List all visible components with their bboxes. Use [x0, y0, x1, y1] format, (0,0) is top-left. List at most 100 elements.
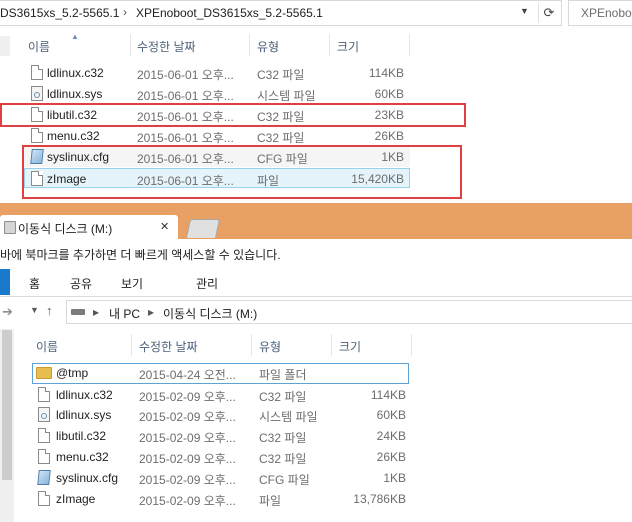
- file-date: 2015-02-09 오후...: [139, 494, 236, 508]
- file-icon: [31, 65, 43, 80]
- file-name: menu.c32: [56, 450, 109, 464]
- file-size: 26KB: [374, 129, 404, 143]
- column-header-size[interactable]: 크기: [337, 38, 359, 55]
- file-date: 2015-06-01 오후...: [137, 89, 234, 103]
- column-header-date[interactable]: 수정한 날짜: [137, 38, 196, 55]
- file-row[interactable]: ldlinux.sys 2015-02-09 오후... 시스템 파일 60KB: [32, 405, 410, 425]
- column-divider[interactable]: [251, 334, 252, 356]
- file-row[interactable]: libutil.c32 2015-02-09 오후... C32 파일 24KB: [32, 426, 410, 446]
- chevron-down-icon[interactable]: ▼: [520, 6, 529, 16]
- column-header-name[interactable]: 이름: [36, 338, 58, 355]
- search-placeholder: XPEnoboo: [581, 6, 632, 20]
- file-type: C32 파일: [257, 131, 305, 145]
- file-name: ldlinux.sys: [47, 87, 103, 101]
- breadcrumb-separator-icon: ▸: [148, 305, 155, 319]
- breadcrumb-current[interactable]: XPEnoboot_DS3615xs_5.2-5565.1: [136, 6, 323, 20]
- system-file-icon: [31, 86, 43, 101]
- column-divider[interactable]: [249, 34, 250, 56]
- file-type: 시스템 파일: [257, 89, 316, 103]
- back-arrow-icon[interactable]: ➔: [2, 304, 13, 320]
- file-size: 26KB: [376, 450, 406, 464]
- file-size: 1KB: [383, 471, 406, 485]
- config-file-icon: [37, 470, 51, 485]
- file-icon: [31, 128, 43, 143]
- file-size: 13,786KB: [353, 492, 406, 506]
- search-input[interactable]: XPEnoboo: [568, 0, 632, 26]
- file-row[interactable]: syslinux.cfg 2015-02-09 오후... CFG 파일 1KB: [32, 468, 410, 488]
- browser-tab-bar: 이동식 디스크 (M:) ✕: [0, 203, 632, 239]
- tab-home[interactable]: 홈: [29, 275, 40, 292]
- column-header-name[interactable]: 이름: [28, 38, 50, 55]
- file-type: C32 파일: [259, 390, 307, 404]
- address-bar[interactable]: DS3615xs_5.2-5565.1 › XPEnoboot_DS3615xs…: [0, 0, 562, 26]
- tab-manage[interactable]: 관리: [196, 275, 218, 292]
- file-name: menu.c32: [47, 129, 100, 143]
- file-icon: [38, 491, 50, 506]
- column-divider[interactable]: [131, 334, 132, 356]
- address-bar[interactable]: ▸ 내 PC ▸ 이동식 디스크 (M:): [66, 300, 632, 324]
- file-row[interactable]: menu.c32 2015-02-09 오후... C32 파일 26KB: [32, 447, 410, 467]
- file-type: C32 파일: [259, 452, 307, 466]
- column-divider[interactable]: [329, 34, 330, 56]
- ribbon-tabs: 홈 공유 보기 관리: [0, 266, 632, 296]
- new-tab-button[interactable]: [185, 219, 221, 238]
- tab-removable-disk[interactable]: 이동식 디스크 (M:) ✕: [0, 215, 178, 239]
- file-date: 2015-06-01 오후...: [137, 68, 234, 82]
- file-name: zImage: [56, 492, 96, 506]
- focus-outline: [32, 363, 409, 384]
- file-size: 24KB: [376, 429, 406, 443]
- file-row[interactable]: ldlinux.c32 2015-02-09 오후... C32 파일 114K…: [32, 385, 410, 405]
- file-type: C32 파일: [259, 431, 307, 445]
- column-header-date[interactable]: 수정한 날짜: [139, 338, 198, 355]
- system-file-icon: [38, 407, 50, 422]
- file-name: ldlinux.c32: [47, 66, 104, 80]
- column-header-size[interactable]: 크기: [339, 338, 361, 355]
- file-menu-button[interactable]: [0, 269, 10, 295]
- file-row[interactable]: zImage 2015-02-09 오후... 파일 13,786KB: [32, 489, 410, 509]
- file-date: 2015-02-09 오후...: [139, 390, 236, 404]
- file-name: libutil.c32: [56, 429, 107, 443]
- up-arrow-icon[interactable]: ↑: [46, 303, 53, 318]
- column-divider[interactable]: [411, 334, 412, 356]
- file-name: syslinux.cfg: [56, 471, 119, 485]
- sort-ascending-icon: ▲: [71, 32, 79, 41]
- breadcrumb-parent[interactable]: DS3615xs_5.2-5565.1: [0, 6, 119, 20]
- drive-icon: [4, 221, 16, 234]
- breadcrumb-separator-icon: ›: [123, 5, 127, 19]
- nav-scrollbar[interactable]: [0, 36, 10, 56]
- highlight-box: [22, 145, 462, 199]
- file-date: 2015-02-09 오후...: [139, 473, 236, 487]
- recent-locations-icon[interactable]: ▼: [30, 305, 39, 315]
- tab-label: 이동식 디스크 (M:): [18, 222, 113, 236]
- file-icon: [38, 387, 50, 402]
- file-date: 2015-02-09 오후...: [139, 410, 236, 424]
- column-divider[interactable]: [409, 34, 410, 56]
- file-size: 60KB: [374, 87, 404, 101]
- file-size: 60KB: [376, 408, 406, 422]
- tab-view[interactable]: 보기: [121, 275, 143, 292]
- breadcrumb-separator-icon: ▸: [93, 305, 100, 319]
- file-type: 파일: [259, 494, 282, 508]
- file-size: 114KB: [368, 66, 404, 80]
- file-row[interactable]: ldlinux.c32 2015-06-01 오후... C32 파일 114K…: [24, 63, 410, 83]
- file-type: CFG 파일: [259, 473, 310, 487]
- close-icon[interactable]: ✕: [160, 220, 169, 233]
- scrollbar-thumb[interactable]: [2, 330, 12, 480]
- tab-share[interactable]: 공유: [70, 275, 92, 292]
- breadcrumb-removable-disk[interactable]: 이동식 디스크 (M:): [163, 305, 257, 322]
- column-divider[interactable]: [130, 34, 131, 56]
- file-icon: [38, 428, 50, 443]
- file-name: ldlinux.c32: [56, 388, 113, 402]
- file-type: 시스템 파일: [259, 410, 318, 424]
- file-row[interactable]: menu.c32 2015-06-01 오후... C32 파일 26KB: [24, 126, 410, 146]
- refresh-icon[interactable]: ⟳: [538, 3, 559, 23]
- column-divider[interactable]: [331, 334, 332, 356]
- file-row[interactable]: ldlinux.sys 2015-06-01 오후... 시스템 파일 60KB: [24, 84, 410, 104]
- column-header-type[interactable]: 유형: [257, 38, 279, 55]
- bookmark-bar-hint: 바에 북마크를 추가하면 더 빠르게 액세스할 수 있습니다.: [0, 248, 281, 262]
- column-header-type[interactable]: 유형: [259, 338, 281, 355]
- navigation-bar: ➔ ▼ ↑ ▸ 내 PC ▸ 이동식 디스크 (M:): [0, 297, 632, 329]
- breadcrumb-my-pc[interactable]: 내 PC: [109, 305, 140, 322]
- file-icon: [38, 449, 50, 464]
- highlight-box: [0, 103, 466, 127]
